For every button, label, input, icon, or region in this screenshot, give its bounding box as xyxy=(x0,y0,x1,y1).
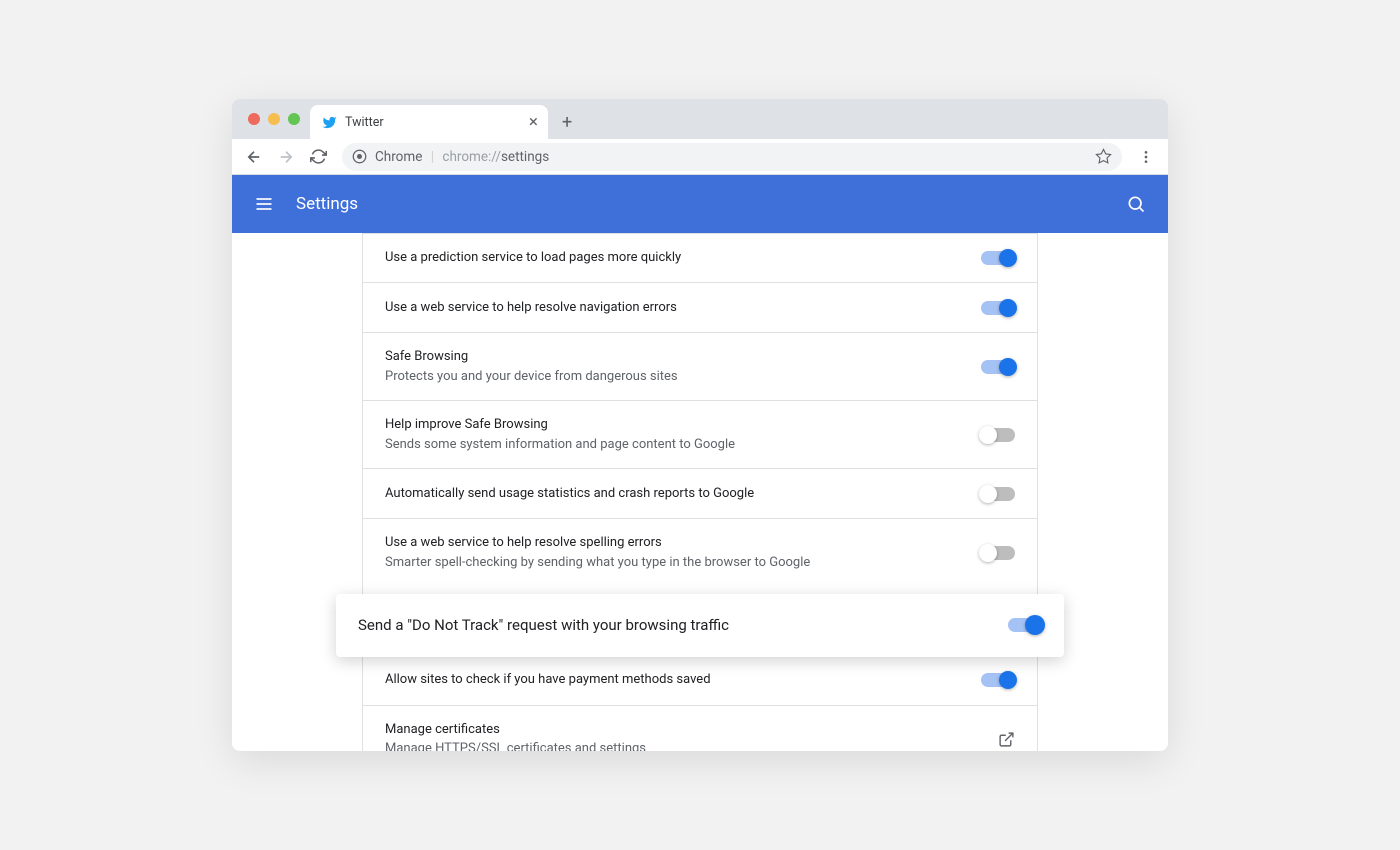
new-tab-button[interactable]: + xyxy=(548,112,586,139)
tab-title: Twitter xyxy=(345,115,521,130)
setting-improve-safe-browsing[interactable]: Help improve Safe Browsing Sends some sy… xyxy=(362,401,1038,469)
settings-header: Settings xyxy=(232,175,1168,233)
minimize-window-button[interactable] xyxy=(268,113,280,125)
setting-payment-methods[interactable]: Allow sites to check if you have payment… xyxy=(362,656,1038,706)
close-window-button[interactable] xyxy=(248,113,260,125)
sidebar-spacer xyxy=(232,233,362,751)
address-bar[interactable]: Chrome | chrome://settings xyxy=(342,143,1122,171)
setting-sublabel: Sends some system information and page c… xyxy=(385,435,981,455)
setting-prediction-service[interactable]: Use a prediction service to load pages m… xyxy=(362,233,1038,283)
toggle-usage-statistics[interactable] xyxy=(981,487,1015,501)
setting-sublabel: Smarter spell-checking by sending what y… xyxy=(385,553,981,573)
settings-content: Use a prediction service to load pages m… xyxy=(232,233,1168,751)
setting-manage-certificates[interactable]: Manage certificates Manage HTTPS/SSL cer… xyxy=(362,706,1038,752)
setting-safe-browsing[interactable]: Safe Browsing Protects you and your devi… xyxy=(362,333,1038,401)
toggle-payment-methods[interactable] xyxy=(981,673,1015,687)
toggle-spelling-errors[interactable] xyxy=(981,546,1015,560)
reload-button[interactable] xyxy=(304,143,332,171)
browser-tab[interactable]: Twitter × xyxy=(310,105,548,139)
menu-icon[interactable] xyxy=(254,194,274,214)
setting-do-not-track[interactable]: Send a "Do Not Track" request with your … xyxy=(336,594,1064,657)
setting-label: Use a web service to help resolve naviga… xyxy=(385,298,981,318)
forward-button[interactable] xyxy=(272,143,300,171)
browser-toolbar: Chrome | chrome://settings xyxy=(232,139,1168,175)
setting-usage-statistics[interactable]: Automatically send usage statistics and … xyxy=(362,469,1038,519)
toggle-do-not-track[interactable] xyxy=(1008,618,1042,632)
setting-label: Use a prediction service to load pages m… xyxy=(385,248,981,268)
maximize-window-button[interactable] xyxy=(288,113,300,125)
setting-navigation-errors[interactable]: Use a web service to help resolve naviga… xyxy=(362,283,1038,333)
setting-spelling-errors[interactable]: Use a web service to help resolve spelli… xyxy=(362,519,1038,595)
url-text: Chrome | chrome://settings xyxy=(375,149,549,165)
setting-label: Safe Browsing xyxy=(385,347,981,367)
setting-label: Automatically send usage statistics and … xyxy=(385,484,981,504)
setting-label: Send a "Do Not Track" request with your … xyxy=(358,614,1008,637)
settings-list: Use a prediction service to load pages m… xyxy=(362,233,1038,751)
site-info-icon[interactable] xyxy=(352,149,367,164)
window-controls xyxy=(244,113,310,139)
setting-label: Allow sites to check if you have payment… xyxy=(385,670,981,690)
external-link-icon xyxy=(998,731,1015,748)
toggle-prediction-service[interactable] xyxy=(981,251,1015,265)
setting-sublabel: Manage HTTPS/SSL certificates and settin… xyxy=(385,739,998,751)
setting-sublabel: Protects you and your device from danger… xyxy=(385,367,981,387)
browser-window: Twitter × + Chrome | chrome://settings xyxy=(232,99,1168,751)
setting-label: Use a web service to help resolve spelli… xyxy=(385,533,981,553)
setting-label: Manage certificates xyxy=(385,720,998,740)
right-spacer xyxy=(1038,233,1168,751)
twitter-icon xyxy=(322,115,337,130)
toggle-improve-safe-browsing[interactable] xyxy=(981,428,1015,442)
toggle-navigation-errors[interactable] xyxy=(981,301,1015,315)
setting-label: Help improve Safe Browsing xyxy=(385,415,981,435)
toggle-safe-browsing[interactable] xyxy=(981,360,1015,374)
search-icon[interactable] xyxy=(1126,194,1146,214)
browser-menu-button[interactable] xyxy=(1132,143,1160,171)
close-tab-icon[interactable]: × xyxy=(529,114,538,131)
tab-strip: Twitter × + xyxy=(232,99,1168,139)
back-button[interactable] xyxy=(240,143,268,171)
bookmark-icon[interactable] xyxy=(1095,148,1112,165)
page-title: Settings xyxy=(296,194,358,214)
